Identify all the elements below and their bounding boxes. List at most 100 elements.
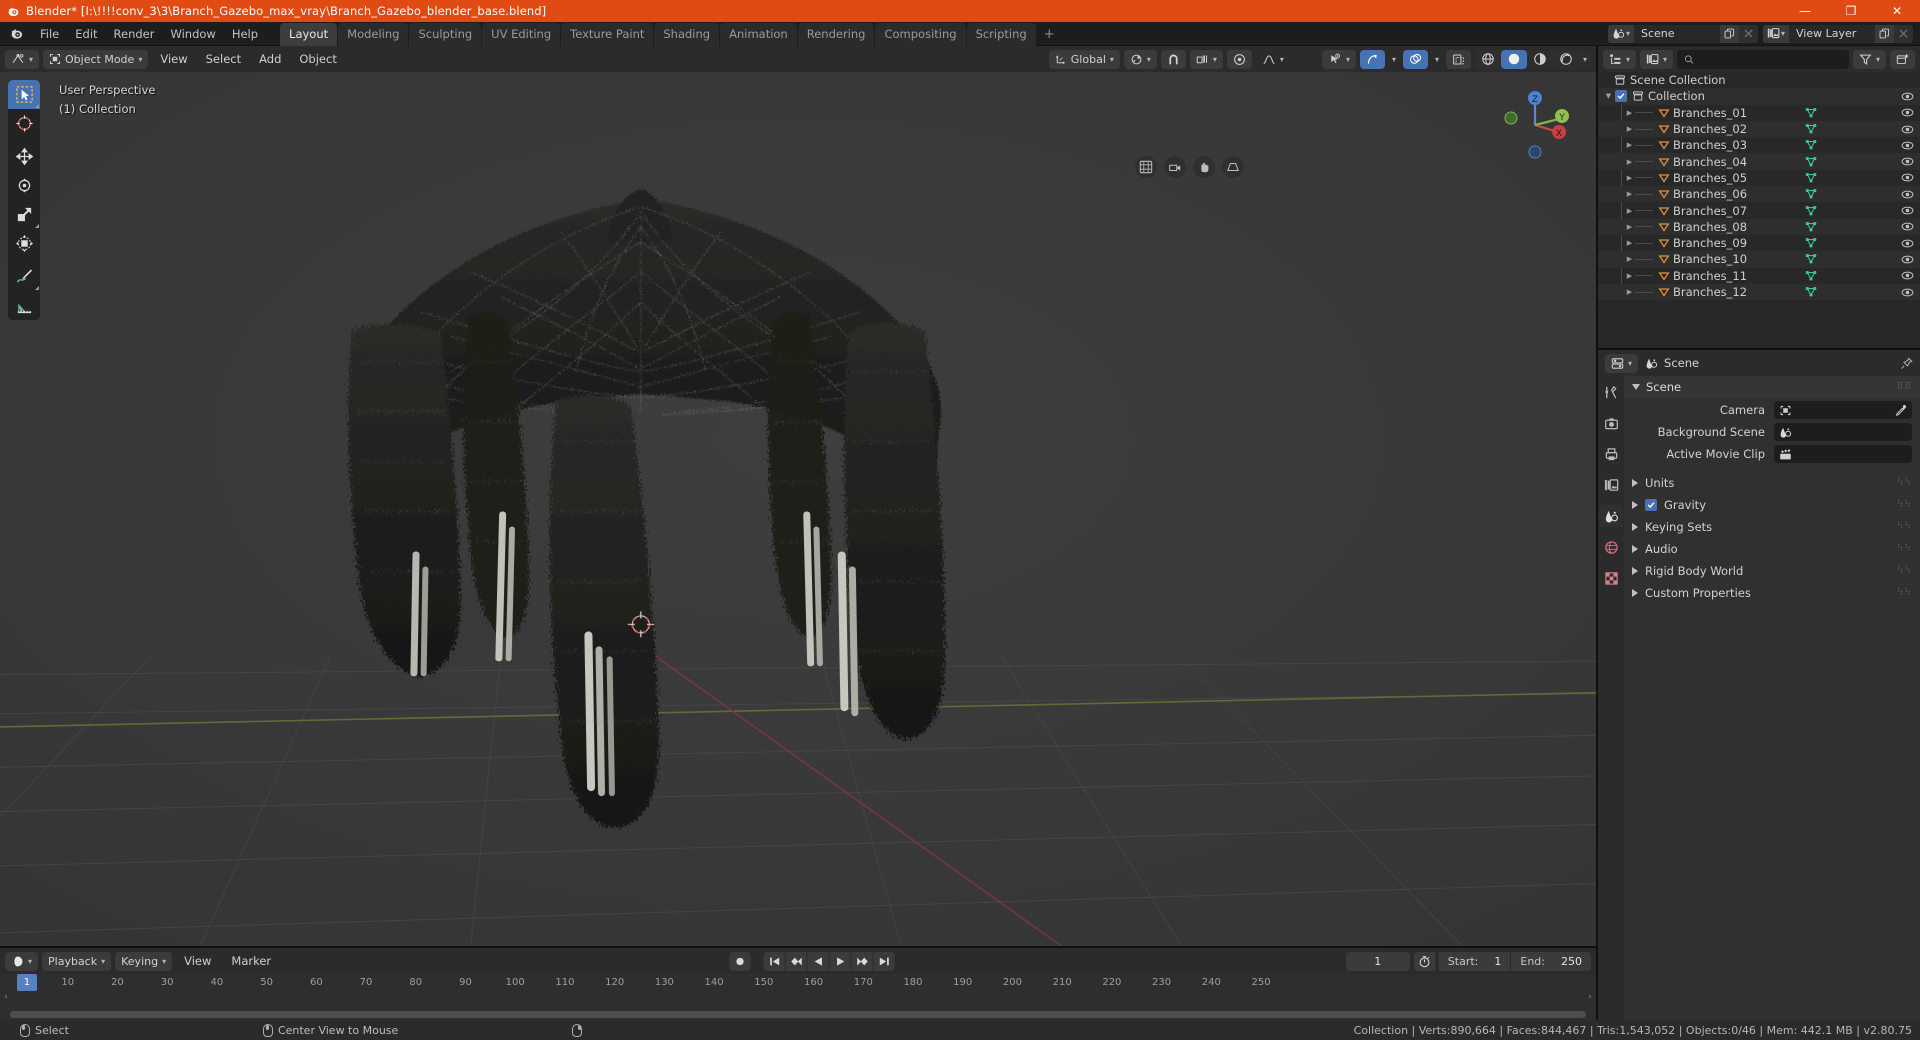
scene-panel-header[interactable]: Scene ⠿⠿ [1624, 376, 1920, 398]
proportional-edit-icon[interactable] [1226, 49, 1252, 69]
outliner-search-input[interactable] [1698, 52, 1842, 66]
perspective-nav-icon[interactable] [1222, 156, 1244, 178]
shading-material-preview-button[interactable] [1527, 50, 1553, 69]
jump-to-start-button[interactable] [763, 951, 785, 971]
eye-icon[interactable] [1901, 106, 1914, 119]
outliner-search[interactable] [1677, 49, 1849, 69]
zoom-nav-icon[interactable] [1135, 156, 1157, 178]
outliner-object-row[interactable]: ▶ Branches_06 [1598, 186, 1920, 203]
menu-edit[interactable]: Edit [67, 24, 105, 44]
jump-to-next-keyframe-button[interactable] [851, 951, 873, 971]
output-tab[interactable] [1599, 443, 1623, 465]
timeline-playhead[interactable]: 1 [16, 974, 37, 991]
gizmo-dropdown[interactable]: ▾ [1389, 50, 1399, 69]
outliner-tree[interactable]: Scene Collection ▼ Collection ▶ Branches… [1598, 72, 1920, 348]
object-expand-triangle[interactable]: ▶ [1624, 158, 1635, 166]
start-frame-field[interactable]: Start: 1 [1438, 951, 1511, 971]
outliner-object-row[interactable]: ▶ Branches_12 [1598, 283, 1920, 301]
menu-file[interactable]: File [32, 24, 67, 44]
outliner-object-row[interactable]: ▶ Branches_07 [1598, 202, 1920, 218]
timeline-ruler[interactable]: ‹ › 10 20 30 40 50 60 70 80 90 100 110 120 130 140 150… [0, 974, 1596, 1020]
mesh-data-icon[interactable] [1801, 139, 1821, 151]
eye-icon[interactable] [1901, 253, 1914, 266]
mesh-data-icon[interactable] [1801, 107, 1821, 119]
outliner-object-row[interactable]: ▶ Branches_04 [1598, 153, 1920, 170]
jump-to-prev-keyframe-button[interactable] [785, 951, 807, 971]
viewport-menu-add[interactable]: Add [251, 50, 289, 69]
tab-modeling[interactable]: Modeling [338, 22, 409, 46]
property-value-field[interactable] [1774, 423, 1912, 441]
scene-name[interactable]: Scene [1634, 24, 1720, 43]
jump-to-end-button[interactable] [873, 951, 895, 971]
outliner-object-row[interactable]: ▶ Branches_05 [1598, 170, 1920, 186]
scene-tab[interactable] [1599, 505, 1623, 527]
measure-tool[interactable] [8, 291, 40, 320]
viewport-menu-view[interactable]: View [152, 50, 195, 69]
tab-uv-editing[interactable]: UV Editing [482, 22, 561, 46]
overlays-icon[interactable] [1402, 49, 1428, 69]
tab-sculpting[interactable]: Sculpting [409, 22, 482, 46]
eye-icon[interactable] [1901, 139, 1914, 152]
object-expand-triangle[interactable]: ▶ [1624, 255, 1635, 263]
object-expand-triangle[interactable]: ▶ [1624, 125, 1635, 133]
world-tab[interactable] [1599, 536, 1623, 558]
mesh-data-icon[interactable] [1801, 156, 1821, 168]
outliner-scene-collection-row[interactable]: Scene Collection [1598, 72, 1920, 88]
mesh-data-icon[interactable] [1801, 123, 1821, 135]
snap-increment-icon[interactable]: ▾ [1189, 49, 1223, 69]
timeline-menu-playback[interactable]: Playback ▾ [42, 951, 112, 971]
outliner-display-mode[interactable]: ▾ [1640, 49, 1674, 69]
close-button[interactable]: ✕ [1874, 0, 1920, 22]
property-section[interactable]: Audio ⠳⠳ [1624, 539, 1920, 559]
object-expand-triangle[interactable]: ▶ [1624, 109, 1635, 117]
collection-checkbox[interactable] [1614, 90, 1628, 103]
interaction-mode-selector[interactable]: Object Mode ▾ [43, 49, 149, 69]
timeline-menu-view[interactable]: View [176, 952, 219, 971]
eye-icon[interactable] [1901, 188, 1914, 201]
section-checkbox[interactable] [1645, 499, 1657, 511]
texture-tab[interactable] [1599, 567, 1623, 589]
navigation-gizmo[interactable]: Z X Y [1496, 86, 1574, 164]
outliner-object-row[interactable]: ▶ Branches_02 [1598, 120, 1920, 138]
eye-icon[interactable] [1901, 171, 1914, 184]
outliner-collection-row[interactable]: ▼ Collection [1598, 88, 1920, 105]
gizmo-icon[interactable] [1359, 49, 1385, 69]
mesh-data-icon[interactable] [1801, 237, 1821, 249]
section-drag-handle[interactable]: ⠳⠳ [1897, 478, 1912, 488]
outliner-editor-icon[interactable]: ▾ [1603, 49, 1637, 69]
panel-drag-handle[interactable]: ⠿⠿ [1897, 382, 1912, 392]
outliner-object-row[interactable]: ▶ Branches_03 [1598, 137, 1920, 153]
view-layer-selector[interactable]: ▾ View Layer [1763, 24, 1913, 43]
end-frame-field[interactable]: End: 250 [1511, 951, 1591, 971]
shading-dropdown[interactable]: ▾ [1579, 50, 1591, 69]
tweak-tool[interactable] [8, 80, 40, 109]
xray-icon[interactable] [1445, 49, 1471, 69]
eye-icon[interactable] [1901, 204, 1914, 217]
mesh-data-icon[interactable] [1801, 188, 1821, 200]
property-section[interactable]: Gravity ⠳⠳ [1624, 495, 1920, 515]
cursor-tool[interactable] [8, 109, 40, 138]
overlays-dropdown[interactable]: ▾ [1432, 50, 1442, 69]
outliner-object-row[interactable]: ▶ Branches_10 [1598, 251, 1920, 268]
tab-compositing[interactable]: Compositing [875, 22, 966, 46]
object-expand-triangle[interactable]: ▶ [1624, 239, 1635, 247]
scale-tool[interactable] [8, 200, 40, 229]
object-expand-triangle[interactable]: ▶ [1624, 174, 1635, 182]
mesh-data-icon[interactable] [1801, 221, 1821, 233]
menu-help[interactable]: Help [224, 24, 266, 44]
move-tool[interactable] [8, 142, 40, 171]
show-gizmo-icon[interactable]: ▾ [1321, 49, 1356, 69]
eye-icon[interactable] [1901, 155, 1914, 168]
shading-solid-button[interactable] [1500, 49, 1527, 69]
tab-rendering[interactable]: Rendering [797, 22, 875, 46]
tab-texture-paint[interactable]: Texture Paint [561, 22, 654, 46]
play-reverse-button[interactable] [807, 951, 829, 971]
section-drag-handle[interactable]: ⠳⠳ [1897, 588, 1912, 598]
pin-icon[interactable] [1900, 356, 1913, 370]
timeline-editor-icon[interactable]: ▾ [5, 951, 39, 971]
pivot-point-selector[interactable]: ▾ [1123, 49, 1157, 69]
unlink-scene-button[interactable] [1739, 24, 1758, 43]
outliner-object-row[interactable]: ▶ Branches_08 [1598, 218, 1920, 235]
viewport-menu-object[interactable]: Object [291, 50, 344, 69]
mesh-data-icon[interactable] [1801, 270, 1821, 282]
